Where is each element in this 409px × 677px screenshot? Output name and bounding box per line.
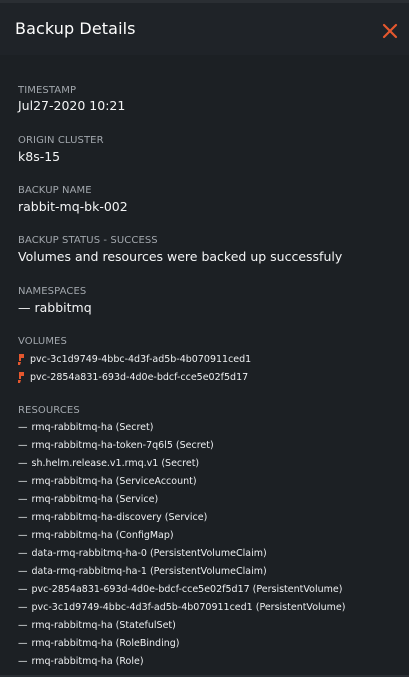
resource-name: pvc-3c1d9749-4bbc-4d3f-ad5b-4b070911ced1… [31, 602, 346, 613]
resource-name: rmq-rabbitmq-ha (Role) [31, 656, 144, 667]
resource-item: — pvc-3c1d9749-4bbc-4d3f-ad5b-4b070911ced… [18, 602, 346, 613]
resource-item: — rmq-rabbitmq-ha (StatefulSet) [18, 620, 176, 631]
volume-item: pvc-3c1d9749-4bbc-4d3f-ad5b-4b070911ced1 [18, 352, 251, 366]
timestamp-label: TIMESTAMP [18, 85, 77, 96]
panel-title: Backup Details [15, 19, 136, 38]
backup-status-label: BACKUP STATUS - SUCCESS [18, 235, 158, 246]
resource-item: — data-rmq-rabbitmq-ha-1 (PersistentVolum… [18, 566, 267, 577]
resource-item: — rmq-rabbitmq-ha (Role) [18, 656, 144, 667]
resource-item: — data-rmq-rabbitmq-ha-0 (PersistentVolum… [18, 548, 267, 559]
resource-name: rmq-rabbitmq-ha (Secret) [31, 422, 154, 433]
volume-icon [18, 354, 24, 365]
close-icon [382, 23, 398, 39]
resource-name: data-rmq-rabbitmq-ha-1 (PersistentVolume… [31, 566, 267, 577]
resource-item: — sh.helm.release.v1.rmq.v1 (Secret) [18, 458, 200, 469]
volume-name: pvc-3c1d9749-4bbc-4d3f-ad5b-4b070911ced1 [30, 353, 252, 365]
resource-item: — rmq-rabbitmq-ha (Service) [18, 494, 159, 505]
panel-body: TIMESTAMP Jul27-2020 10:21 ORIGIN CLUSTE… [0, 55, 409, 675]
origin-cluster-value: k8s-15 [18, 149, 61, 164]
resource-item: — rmq-rabbitmq-ha (ConfigMap) [18, 530, 174, 541]
resource-name: rmq-rabbitmq-ha (Service) [31, 494, 159, 505]
origin-cluster-label: ORIGIN CLUSTER [18, 135, 104, 146]
resource-name: pvc-2854a831-693d-4d0e-bdcf-cce5e02f5d17… [31, 584, 343, 595]
timestamp-value: Jul27-2020 10:21 [18, 98, 126, 113]
resource-name: rmq-rabbitmq-ha (ConfigMap) [31, 530, 174, 541]
backup-name-value: rabbit-mq-bk-002 [18, 199, 128, 214]
resource-item: — pvc-2854a831-693d-4d0e-bdcf-cce5e02f5d1… [18, 584, 343, 595]
resource-item: — rmq-rabbitmq-ha-discovery (Service) [18, 512, 208, 523]
resource-item: — rmq-rabbitmq-ha-token-7q6l5 (Secret) [18, 440, 214, 451]
resource-name: data-rmq-rabbitmq-ha-0 (PersistentVolume… [31, 548, 267, 559]
backup-status-value: Volumes and resources were backed up suc… [18, 249, 343, 264]
namespace-name: rabbitmq [34, 300, 92, 315]
namespaces-label: NAMESPACES [18, 286, 87, 297]
resource-name: rmq-rabbitmq-ha (ServiceAccount) [31, 476, 197, 487]
close-button[interactable] [381, 22, 399, 40]
resource-item: — rmq-rabbitmq-ha (RoleBinding) [18, 638, 180, 649]
volume-name: pvc-2854a831-693d-4d0e-bdcf-cce5e02f5d17 [30, 371, 249, 383]
resources-label: RESOURCES [18, 405, 80, 416]
backup-name-label: BACKUP NAME [18, 185, 92, 196]
volume-icon [18, 372, 24, 383]
resource-item: — rmq-rabbitmq-ha (Secret) [18, 422, 154, 433]
namespace-item: — rabbitmq [18, 300, 92, 315]
resource-name: rmq-rabbitmq-ha (RoleBinding) [31, 638, 180, 649]
resource-item: — rmq-rabbitmq-ha (ServiceAccount) [18, 476, 197, 487]
volume-item: pvc-2854a831-693d-4d0e-bdcf-cce5e02f5d17 [18, 370, 248, 384]
resource-name: rmq-rabbitmq-ha-discovery (Service) [31, 512, 208, 523]
resource-name: rmq-rabbitmq-ha-token-7q6l5 (Secret) [31, 440, 214, 451]
resource-name: sh.helm.release.v1.rmq.v1 (Secret) [31, 458, 200, 469]
volumes-label: VOLUMES [18, 336, 67, 347]
panel-header: Backup Details [0, 3, 409, 55]
resource-name: rmq-rabbitmq-ha (StatefulSet) [31, 620, 176, 631]
